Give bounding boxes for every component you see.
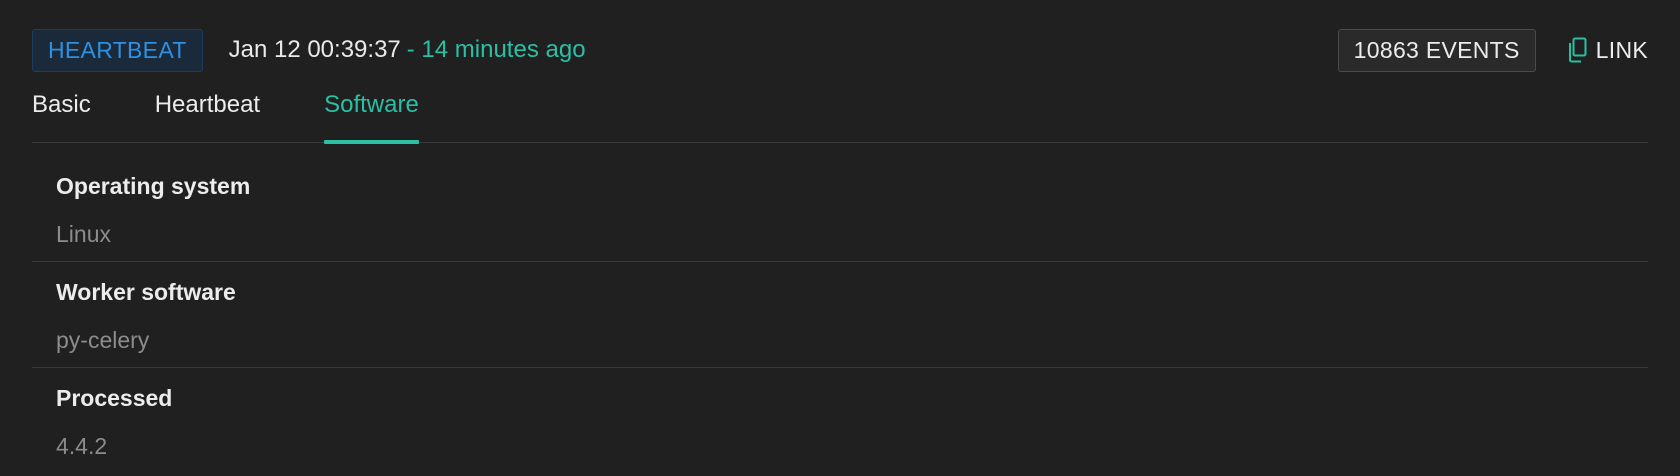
events-count-badge[interactable]: 10863 EVENTS (1337, 28, 1536, 72)
field-label: Processed (56, 385, 173, 411)
tab-basic[interactable]: Basic (32, 82, 91, 142)
event-header-left: HEARTBEAT Jan 12 00:39:37 - 14 minutes a… (32, 28, 586, 72)
event-relative-time: - 14 minutes ago (406, 36, 586, 63)
tab-software[interactable]: Software (324, 82, 419, 144)
software-fields: Operating system Linux Worker software p… (32, 156, 1648, 474)
event-detail-panel: HEARTBEAT Jan 12 00:39:37 - 14 minutes a… (0, 0, 1680, 476)
field-value: 4.4.2 (56, 433, 108, 459)
event-type-badge: HEARTBEAT (32, 28, 203, 72)
field-worker-software: Worker software py-celery (32, 262, 1648, 368)
field-operating-system: Operating system Linux (32, 156, 1648, 262)
field-processed: Processed 4.4.2 (32, 368, 1648, 474)
tab-heartbeat[interactable]: Heartbeat (155, 82, 260, 142)
tab-bar: Basic Heartbeat Software (32, 82, 1648, 144)
field-label: Operating system (56, 173, 251, 199)
event-timestamp: Jan 12 00:39:37 (228, 36, 401, 63)
field-label: Worker software (56, 279, 236, 305)
field-value: Linux (56, 221, 111, 247)
link-button[interactable]: LINK (1568, 37, 1648, 64)
field-value: py-celery (56, 327, 150, 353)
link-label: LINK (1595, 36, 1648, 63)
event-header-right: 10863 EVENTS LINK (1337, 28, 1648, 72)
copy-icon (1568, 37, 1588, 63)
